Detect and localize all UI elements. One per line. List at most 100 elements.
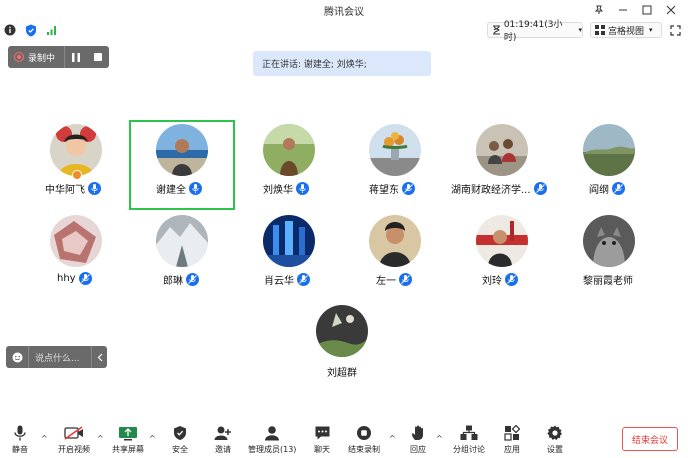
avatar[interactable] (369, 124, 421, 176)
microphone-muted-icon (78, 272, 92, 285)
microphone-muted-icon (402, 182, 415, 195)
chat-quick-input[interactable]: 说点什么... (6, 346, 107, 368)
avatar[interactable] (156, 215, 208, 267)
avatar[interactable] (263, 215, 315, 267)
emoji-icon[interactable] (6, 352, 28, 363)
hourglass-icon (493, 25, 500, 35)
invite-label: 邀请 (215, 445, 231, 454)
recording-status[interactable]: 录制中 (8, 51, 64, 64)
microphone-muted-icon (533, 182, 547, 195)
pause-icon (72, 52, 80, 62)
participant-name: 谢建全 (156, 181, 202, 196)
chat-button[interactable]: 聊天 (312, 424, 332, 455)
participant-name: 阎纲 (589, 181, 625, 196)
bottom-toolbar: 静音 ^ 开启视频 ^ 共享屏幕 ^ 安全 邀请 管理成员(13) 聊天 结束录… (0, 420, 688, 458)
fullscreen-icon[interactable] (668, 23, 682, 37)
security-button[interactable]: 安全 (170, 424, 190, 455)
chat-label: 聊天 (314, 445, 330, 454)
info-icon[interactable] (3, 23, 17, 37)
invite-button[interactable]: 邀请 (213, 424, 233, 455)
chevron-up-icon[interactable]: ^ (436, 434, 443, 443)
avatar[interactable] (50, 215, 102, 267)
manage-members-button[interactable]: 管理成员(13) (248, 424, 296, 455)
stop-icon (94, 53, 102, 61)
participant-name: 湖南财政经济学... (451, 181, 547, 196)
avatar[interactable] (583, 124, 635, 176)
chevron-up-icon[interactable]: ^ (97, 434, 104, 443)
breakout-rooms-icon (459, 424, 479, 442)
avatar[interactable] (369, 215, 421, 267)
end-recording-button[interactable]: 结束录制 (348, 424, 380, 455)
chevron-up-icon[interactable]: ^ (149, 434, 156, 443)
avatar[interactable] (583, 215, 635, 267)
microphone-icon (296, 182, 309, 195)
minimize-icon[interactable] (612, 0, 634, 20)
close-icon[interactable] (660, 0, 682, 20)
microphone-muted-icon (297, 273, 310, 286)
recording-label: 录制中 (28, 53, 56, 64)
avatar[interactable] (156, 124, 208, 176)
video-off-icon (64, 424, 84, 442)
microphone-muted-icon (505, 273, 518, 286)
breakout-button[interactable]: 分组讨论 (453, 424, 485, 455)
microphone-icon (88, 182, 101, 195)
name-text: 刘玲 (482, 276, 502, 287)
maximize-icon[interactable] (636, 0, 658, 20)
chat-placeholder[interactable]: 说点什么... (28, 346, 91, 368)
pause-record-button[interactable] (65, 46, 87, 68)
shield-icon[interactable] (24, 23, 38, 37)
stop-record-button[interactable] (87, 46, 109, 68)
participant-name: 黎丽霞老师 (583, 272, 633, 287)
mute-button[interactable]: 静音 (10, 424, 30, 455)
name-text: 阎纲 (589, 185, 609, 196)
name-text: 谢建全 (156, 185, 186, 196)
name-text: 黎丽霞老师 (583, 276, 633, 287)
view-mode-button[interactable]: 宫格视图 ▾ (590, 22, 662, 38)
end-record-label: 结束录制 (348, 445, 380, 454)
apps-button[interactable]: 应用 (502, 424, 522, 455)
recording-bar: 录制中 (8, 46, 109, 68)
timer-text: 01:19:41(3小时) (503, 20, 563, 43)
participant-name: 刘超群 (327, 364, 357, 379)
name-text: 中华阿飞 (45, 185, 85, 196)
react-label: 回应 (410, 445, 426, 454)
avatar[interactable] (316, 305, 368, 357)
share-screen-icon (118, 424, 138, 442)
microphone-icon (189, 182, 202, 195)
info-bar: 01:19:41(3小时) ▾ 宫格视图 ▾ (0, 20, 688, 43)
chevron-up-icon[interactable]: ^ (389, 434, 396, 443)
video-label: 开启视频 (58, 445, 90, 454)
signal-icon[interactable] (45, 23, 59, 37)
avatar[interactable] (476, 215, 528, 267)
microphone-muted-icon (399, 273, 412, 286)
grid-icon (595, 25, 605, 35)
settings-button[interactable]: 设置 (545, 424, 565, 455)
participant-name: 肖云华 (264, 272, 310, 287)
name-text: 刘焕华 (263, 185, 293, 196)
avatar[interactable] (476, 124, 528, 176)
start-video-button[interactable]: 开启视频 (58, 424, 90, 455)
participant-name: 刘焕华 (263, 181, 309, 196)
name-text: 肖云华 (264, 276, 294, 287)
meeting-timer[interactable]: 01:19:41(3小时) ▾ (487, 20, 583, 43)
view-mode-label: 宫格视图 (608, 26, 645, 37)
name-text: hhy (57, 273, 76, 284)
apps-icon (502, 424, 522, 442)
participant-name: hhy (57, 272, 92, 285)
share-screen-button[interactable]: 共享屏幕 (112, 424, 144, 455)
name-text: 郎琳 (163, 276, 183, 287)
microphone-icon (10, 424, 30, 442)
pin-icon[interactable] (588, 0, 610, 20)
user-icon (262, 424, 282, 442)
end-meeting-button[interactable]: 结束会议 (622, 427, 678, 451)
chevron-up-icon[interactable]: ^ (41, 434, 48, 443)
avatar[interactable] (263, 124, 315, 176)
title-bar: 腾讯会议 (0, 0, 688, 20)
microphone-muted-icon (612, 182, 625, 195)
avatar[interactable] (50, 124, 102, 176)
chevron-left-icon[interactable] (91, 346, 107, 368)
settings-label: 设置 (547, 445, 563, 454)
record-icon (14, 52, 24, 62)
name-text: 左一 (376, 276, 396, 287)
react-button[interactable]: 回应 (408, 424, 428, 455)
